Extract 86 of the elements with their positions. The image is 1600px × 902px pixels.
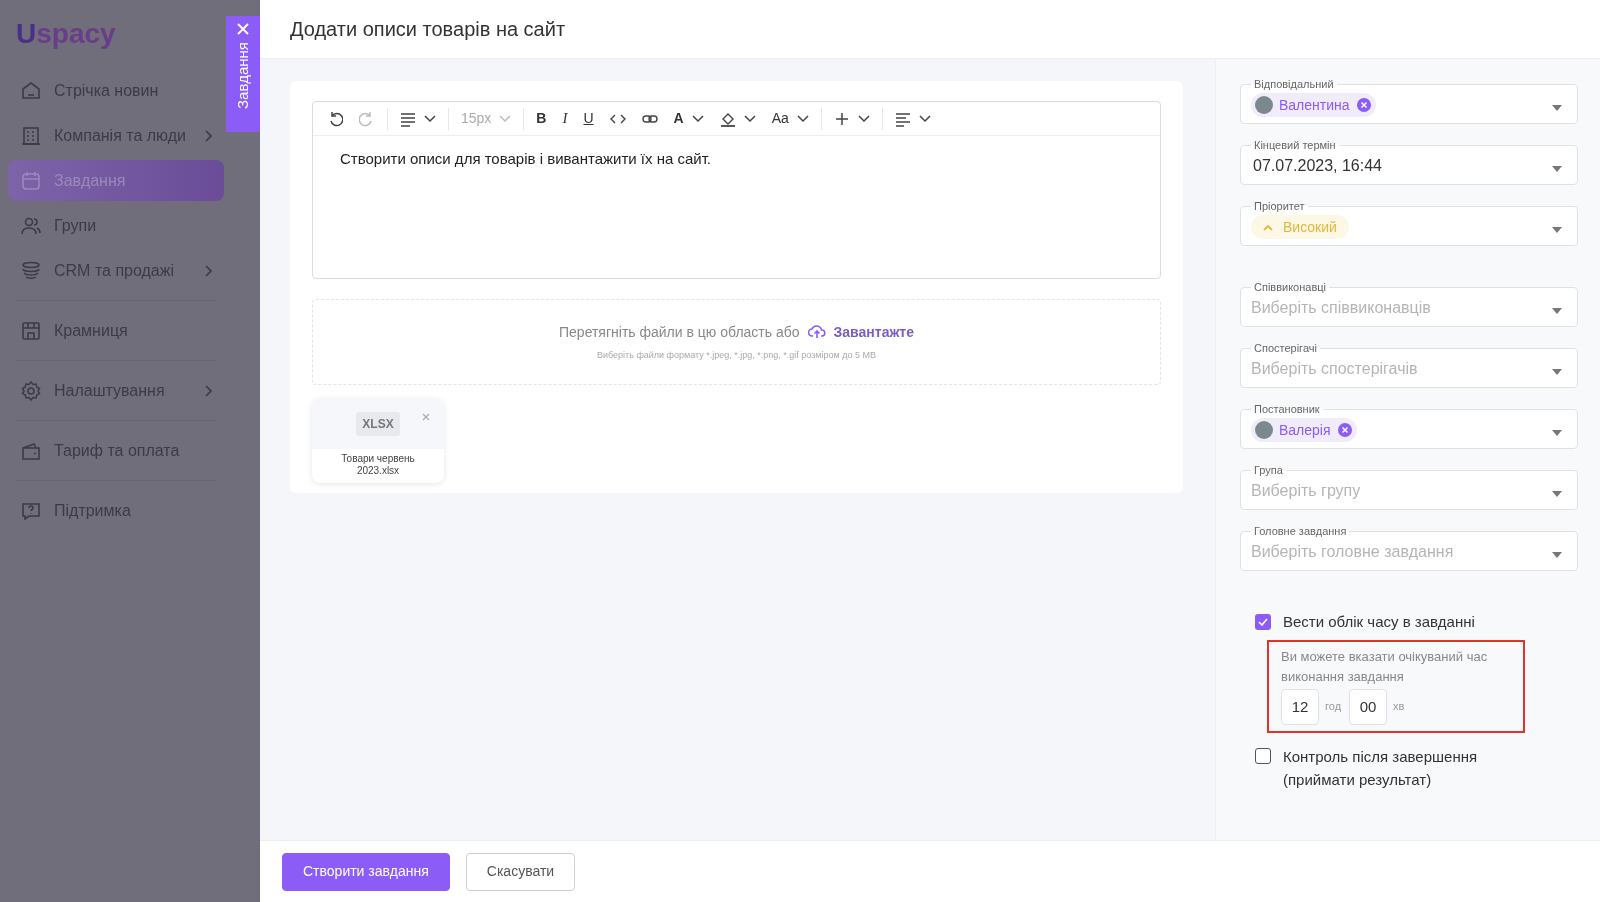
file-name: Товари червень 2023.xlsx [340, 452, 416, 477]
paragraph-lines-icon [400, 110, 416, 127]
file-type-label: XLSX [356, 412, 400, 436]
toolbar-button[interactable]: B [528, 104, 555, 133]
select-field[interactable]: Кінцевий термін 07.07.2023, 16:44 [1240, 140, 1578, 185]
remove-icon[interactable] [1355, 97, 1372, 113]
field-placeholder: Виберіть групу [1251, 481, 1361, 501]
select-field[interactable]: Відповідальний Валентина [1240, 79, 1578, 124]
dropdown-caret-icon[interactable] [1552, 430, 1562, 436]
select-field[interactable]: Постановник Валерія [1240, 404, 1578, 449]
chevron-right-icon [204, 384, 212, 397]
field-label: Пріоритет [1253, 201, 1306, 212]
modal-title: Додати описи товарів на сайт [290, 17, 566, 42]
chevron-down-icon [796, 114, 809, 123]
dropzone-hint: Виберіть файли формату *.jpeg, *.jpg, *.png, *.gif розміром до 5 MB [597, 348, 876, 362]
chevron-down-icon [857, 114, 870, 123]
building-icon [20, 124, 42, 147]
field-placeholder: Виберіть спостерігачів [1251, 359, 1418, 379]
hours-unit: год [1325, 699, 1342, 715]
chevron-down-icon [499, 114, 512, 123]
editor-text[interactable]: Створити описи для товарів і вивантажити їх на сайт. [313, 136, 1160, 278]
toolbar-button[interactable]: I [554, 104, 576, 133]
plus-icon [833, 110, 850, 127]
checkbox[interactable] [1255, 747, 1271, 764]
avatar [1255, 96, 1273, 114]
estimate-hint: Ви можете вказати очікуваний час виконання завдання [1281, 647, 1489, 686]
remove-icon[interactable] [1336, 422, 1353, 438]
chevron-down-icon [424, 114, 436, 123]
tasks-side-tab[interactable]: Завдання [226, 16, 260, 132]
home-icon [20, 79, 42, 102]
field-label: Постановник [1253, 404, 1321, 415]
field-placeholder: Виберіть співвиконавців [1251, 298, 1431, 318]
avatar [1255, 421, 1273, 439]
dropzone-text: Перетягніть файли в цю область або [559, 322, 800, 342]
dropdown-caret-icon[interactable] [1552, 552, 1562, 558]
toolbar-button[interactable]: Aa [763, 104, 817, 133]
upload-link[interactable]: Завантажте [833, 321, 914, 343]
calendar-icon [20, 169, 42, 192]
dropdown-caret-icon[interactable] [1552, 166, 1562, 172]
store-icon [20, 319, 42, 342]
person-chip: Валентина [1251, 93, 1376, 117]
field-label: Відповідальний [1253, 79, 1335, 90]
minutes-unit: хв [1393, 699, 1405, 715]
field-placeholder: Виберіть головне завдання [1251, 542, 1454, 562]
person-chip: Валерія [1251, 418, 1357, 442]
cancel-button[interactable]: Скасувати [465, 852, 576, 891]
dropdown-caret-icon[interactable] [1552, 491, 1562, 497]
priority-chip: Високий [1251, 215, 1349, 239]
checkbox-label: Контроль після завершення (приймати результат) [1283, 746, 1479, 790]
file-dropzone[interactable]: Перетягніть файли в цю область або Завантажте Виберіть файли формату *.jpeg, *.jpg, *.png, *.gif розміром до 5 MB [312, 299, 1161, 385]
field-label: Головне завдання [1253, 526, 1348, 537]
settings-icon [20, 379, 42, 402]
undo-icon [327, 110, 343, 127]
select-field[interactable]: Група Виберіть групу [1240, 465, 1578, 510]
chevron-up-icon [1263, 223, 1273, 231]
create-task-button[interactable]: Створити завдання [282, 852, 450, 891]
field-label: Група [1253, 465, 1284, 476]
redo-icon [359, 110, 375, 127]
toolbar-button[interactable]: A [665, 104, 712, 133]
chevron-down-icon [743, 114, 756, 123]
minutes-field[interactable]: 00 [1349, 688, 1388, 725]
field-value: 07.07.2023, 16:44 [1252, 156, 1382, 176]
align-left-icon [894, 110, 911, 127]
chevron-right-icon [204, 129, 212, 142]
database-icon [20, 259, 42, 282]
select-field[interactable]: Пріоритет Високий [1240, 201, 1578, 246]
select-field[interactable]: Співвиконавці Виберіть співвиконавців [1240, 282, 1578, 327]
chevron-down-icon [691, 114, 704, 123]
select-field[interactable]: Спостерігачі Виберіть спостерігачів [1240, 343, 1578, 388]
dropdown-caret-icon[interactable] [1552, 369, 1562, 375]
dropdown-caret-icon[interactable] [1552, 308, 1562, 314]
upload-cloud-icon [807, 324, 826, 341]
attachment-card[interactable]: XLSX Товари червень 2023.xlsx [312, 399, 444, 483]
dropdown-caret-icon[interactable] [1552, 105, 1562, 111]
dropdown-caret-icon[interactable] [1552, 227, 1562, 233]
chevron-down-icon [918, 114, 931, 123]
chevron-right-icon [204, 264, 212, 277]
field-label: Співвиконавці [1253, 282, 1327, 293]
checkbox-label: Вести облік часу в завданні [1283, 612, 1475, 632]
hours-field[interactable]: 12 [1281, 688, 1319, 725]
field-label: Спостерігачі [1253, 343, 1318, 354]
field-label: Кінцевий термін [1253, 140, 1337, 151]
toolbar-button[interactable]: U [575, 104, 602, 133]
select-field[interactable]: Головне завдання Виберіть головне завдання [1240, 526, 1578, 571]
checkmark-icon [1258, 618, 1268, 627]
checkbox[interactable] [1255, 614, 1271, 631]
